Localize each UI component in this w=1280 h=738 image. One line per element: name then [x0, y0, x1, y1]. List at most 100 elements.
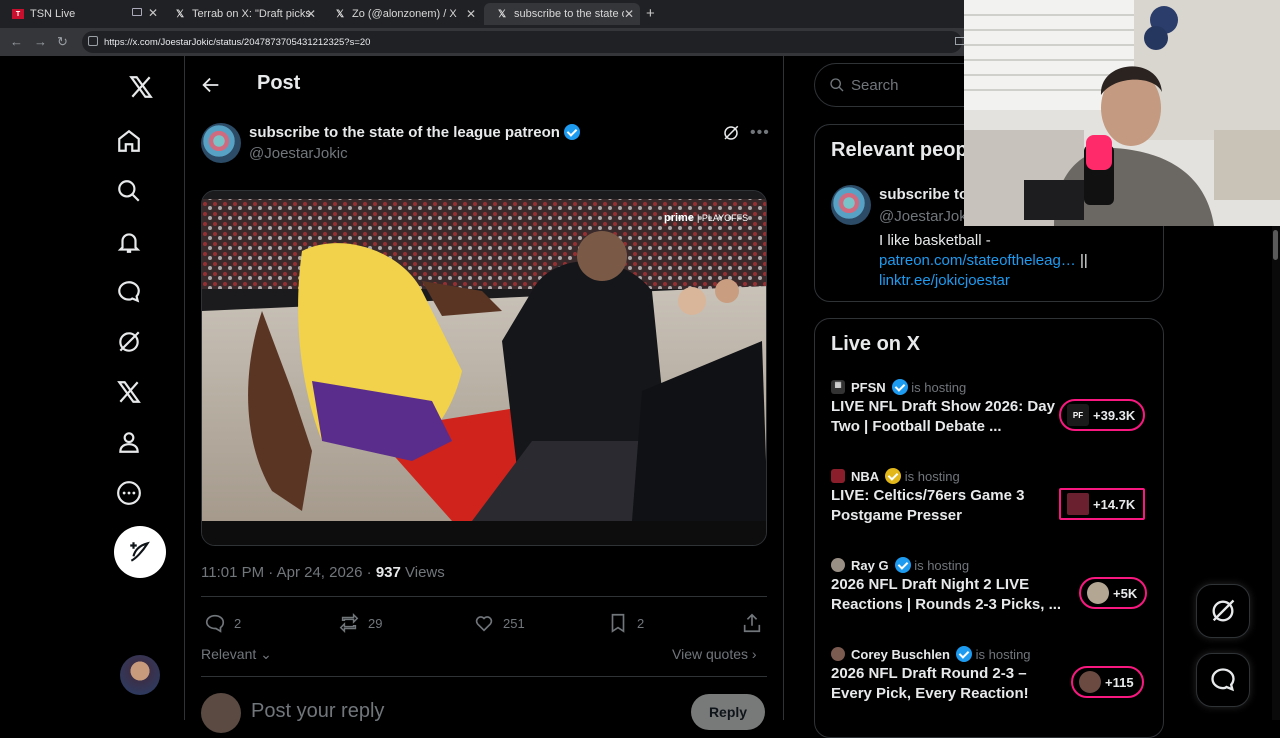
grok-fab-button[interactable]	[1196, 584, 1250, 638]
bookmark-action-button[interactable]: 2	[607, 612, 644, 634]
webcam-overlay	[964, 0, 1280, 226]
reply-action-button[interactable]: 2	[204, 612, 241, 634]
reload-icon[interactable]: ↻	[57, 34, 68, 50]
patreon-link[interactable]: patreon.com/stateoftheleag…	[879, 252, 1076, 269]
timestamp-text: 11:01 PM · Apr 24, 2026 ·	[201, 564, 376, 581]
live-count: +5K	[1113, 585, 1138, 601]
tab-terrab[interactable]: 𝕏 Terrab on X: "Draft picks so bad ✕	[162, 3, 322, 25]
svg-text:prime: prime	[664, 212, 694, 224]
live-item[interactable]: Corey Buschlen is hosting 2026 NFL Draft…	[831, 646, 1151, 702]
x-logo-icon: 𝕏	[335, 8, 345, 20]
hosting-label: is hosting	[911, 379, 967, 395]
tab-title: Zo (@alonzonem) / X	[352, 8, 457, 20]
live-count: +39.3K	[1093, 407, 1136, 423]
messages-icon[interactable]	[114, 277, 144, 307]
live-item[interactable]: NBA is hosting LIVE: Celtics/76ers Game …	[831, 468, 1151, 524]
tab-zo[interactable]: 𝕏 Zo (@alonzonem) / X ✕	[322, 3, 482, 25]
scrollbar-thumb[interactable]	[1273, 230, 1278, 260]
new-tab-icon[interactable]: +	[646, 5, 655, 22]
video-frame-image: prime | PLAYOFFS	[202, 191, 766, 545]
corey-badge-avatar-icon	[1079, 671, 1101, 693]
bookmark-icon	[611, 613, 625, 633]
host-name: PFSN	[851, 379, 886, 395]
x-logo-icon: 𝕏	[175, 8, 185, 20]
x-home-logo-icon[interactable]	[126, 72, 156, 102]
tab-current-post[interactable]: 𝕏 subscribe to the state of the le ✕	[484, 3, 640, 25]
corey-avatar-icon	[831, 647, 845, 661]
author-handle[interactable]: @JoestarJokic	[249, 145, 348, 162]
repost-count: 29	[368, 615, 383, 631]
more-options-icon[interactable]	[114, 478, 144, 508]
scrollbar-track[interactable]	[1272, 226, 1280, 720]
like-action-button[interactable]: 251	[473, 612, 525, 634]
grok-icon[interactable]	[114, 327, 144, 357]
notifications-bell-icon[interactable]	[114, 227, 144, 257]
bio-separator: ||	[1075, 252, 1088, 269]
hosting-label: is hosting	[914, 557, 970, 573]
live-title: 2026 NFL Draft Round 2-3 – Every Pick, E…	[831, 665, 1029, 702]
author-name[interactable]: subscribe to the state of the league pat…	[249, 124, 580, 141]
verified-badge-icon	[955, 646, 972, 662]
verified-badge-icon	[894, 557, 911, 573]
close-tab-icon[interactable]: ✕	[624, 7, 634, 21]
divider	[201, 676, 767, 677]
view-quotes-link[interactable]: View quotes ›	[672, 646, 757, 662]
close-tab-icon[interactable]: ✕	[148, 6, 158, 20]
live-count: +14.7K	[1093, 496, 1136, 512]
author-name-text: subscribe to the state of the league pat…	[249, 124, 560, 141]
live-title: 2026 NFL Draft Night 2 LIVE Reactions | …	[831, 576, 1062, 613]
reply-composer-avatar	[201, 693, 241, 733]
close-tab-icon[interactable]: ✕	[306, 7, 316, 21]
share-action-button[interactable]	[741, 612, 771, 634]
live-title: LIVE: Celtics/76ers Game 3 Postgame Pres…	[831, 487, 1025, 524]
views-count: 937	[375, 564, 401, 581]
chevron-right-icon: ›	[748, 646, 757, 662]
live-on-x-card: Live on X ▦ PFSN is hosting LIVE NFL Draf…	[814, 318, 1164, 738]
grok-explain-icon[interactable]	[722, 124, 740, 147]
hosting-label: is hosting	[904, 468, 960, 484]
forward-nav-icon[interactable]: →	[34, 34, 47, 49]
premium-x-icon[interactable]	[114, 377, 144, 407]
post-media-video[interactable]: prime | PLAYOFFS	[201, 190, 767, 546]
repost-action-button[interactable]: 29	[338, 612, 382, 634]
home-icon[interactable]	[114, 126, 144, 156]
live-item[interactable]: ▦ PFSN is hosting LIVE NFL Draft Show 202…	[831, 379, 1151, 435]
close-tab-icon[interactable]: ✕	[466, 7, 476, 21]
relevant-person-avatar[interactable]	[831, 185, 871, 225]
card-title: Relevant people	[831, 139, 985, 161]
relevant-person-bio: I like basketball - patreon.com/stateoft…	[879, 231, 1149, 291]
reply-sort-dropdown[interactable]: Relevant ⌄	[201, 646, 272, 663]
live-listener-badge[interactable]: +5K	[1079, 577, 1148, 609]
url-field[interactable]: https://x.com/JoestarJokic/status/204787…	[82, 31, 962, 53]
relevant-person-handle[interactable]: @JoestarJok	[879, 208, 967, 225]
pfsn-host-icon: ▦	[831, 380, 845, 394]
messages-fab-button[interactable]	[1196, 653, 1250, 707]
x-logo-icon: 𝕏	[497, 8, 507, 20]
tab-title: TSN Live	[30, 8, 76, 20]
ray-g-badge-avatar-icon	[1087, 582, 1109, 604]
live-listener-badge[interactable]: +14.7K	[1059, 488, 1146, 520]
tsn-favicon-icon: T	[12, 9, 24, 19]
site-info-icon[interactable]	[88, 36, 98, 46]
back-arrow-icon[interactable]	[200, 74, 222, 96]
tab-media-icon	[132, 8, 142, 16]
live-listener-badge[interactable]: PF +39.3K	[1059, 399, 1146, 431]
hosting-label: is hosting	[975, 646, 1031, 662]
back-nav-icon[interactable]: ←	[10, 34, 23, 49]
webcam-video-image	[964, 0, 1280, 226]
author-avatar[interactable]	[201, 123, 241, 163]
pfsn-logo-icon: PF	[1067, 404, 1089, 426]
account-avatar[interactable]	[120, 655, 160, 695]
reply-submit-button[interactable]: Reply	[691, 694, 765, 730]
live-item[interactable]: Ray G is hosting 2026 NFL Draft Night 2 …	[831, 557, 1151, 613]
profile-icon[interactable]	[114, 427, 144, 457]
compose-post-button[interactable]	[114, 526, 166, 578]
explore-search-icon[interactable]	[114, 176, 144, 206]
live-listener-badge[interactable]: +115	[1071, 666, 1144, 698]
url-text: https://x.com/JoestarJokic/status/204787…	[104, 36, 371, 48]
views-label: Views	[400, 564, 445, 581]
divider	[201, 596, 767, 597]
linktree-link[interactable]: linktr.ee/jokicjoestar	[879, 272, 1010, 289]
tab-title: subscribe to the state of the le	[514, 8, 624, 20]
post-more-menu-icon[interactable]: •••	[750, 124, 770, 142]
